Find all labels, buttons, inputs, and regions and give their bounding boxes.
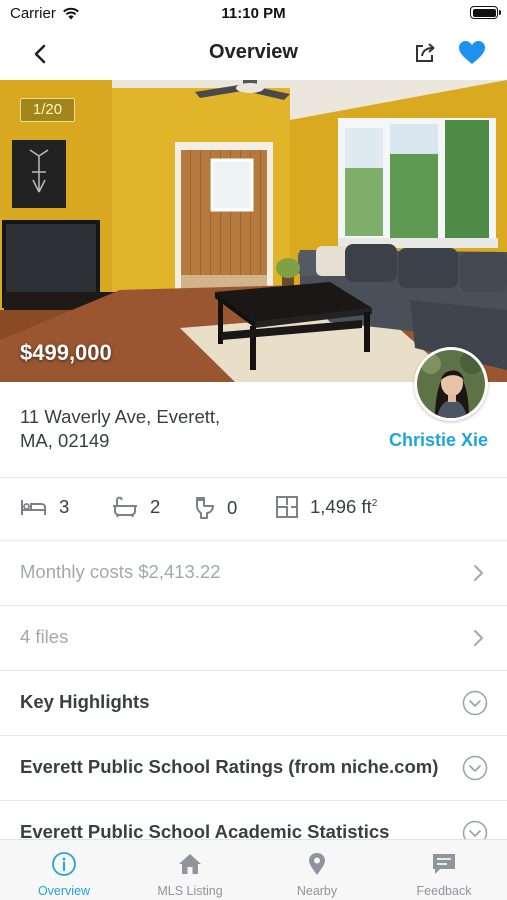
- floorplan-icon: [276, 496, 298, 518]
- stat-bedrooms: 3: [20, 496, 69, 518]
- listing-price: $499,000: [20, 340, 112, 365]
- row-files-label: 4 files: [20, 626, 69, 647]
- tab-nearby[interactable]: Nearby: [254, 840, 380, 900]
- listing-photo[interactable]: [0, 80, 507, 382]
- tab-feedback[interactable]: Feedback: [381, 840, 507, 900]
- chevron-right-icon: [474, 565, 483, 581]
- living-room-image: [0, 80, 507, 382]
- chat-icon: [433, 854, 455, 874]
- stat-square-feet-value: 1,496 ft2: [310, 496, 377, 518]
- toilet-icon: [196, 497, 214, 519]
- info-icon: [52, 852, 76, 876]
- status-time: 11:10 PM: [221, 5, 286, 22]
- tab-bar: Overview MLS Listing Nearby Feedback: [0, 839, 507, 900]
- tab-overview-label: Overview: [37, 884, 91, 898]
- share-icon[interactable]: [412, 40, 438, 66]
- row-files[interactable]: 4 files: [0, 606, 507, 670]
- row-school-ratings-label: Everett Public School Ratings (from nich…: [20, 756, 439, 777]
- chevron-left-icon[interactable]: [28, 40, 52, 68]
- chevron-down-circle-icon: [462, 690, 488, 716]
- chevron-right-icon: [474, 630, 483, 646]
- tab-overview[interactable]: Overview: [1, 840, 127, 900]
- tab-nearby-label: Nearby: [296, 884, 338, 898]
- map-pin-icon: [309, 853, 325, 875]
- stat-bedrooms-value: 3: [59, 496, 70, 517]
- address-line-1: 11 Waverly Ave, Everett,: [20, 406, 221, 427]
- home-icon: [179, 854, 201, 874]
- row-school-ratings[interactable]: Everett Public School Ratings (from nich…: [0, 736, 507, 800]
- address-line-2: MA, 02149: [20, 430, 110, 451]
- row-key-highlights[interactable]: Key Highlights: [0, 671, 507, 735]
- stat-square-feet: 1,496 ft2: [276, 496, 377, 518]
- stat-half-baths-value: 0: [227, 497, 238, 518]
- photo-counter: 1/20: [20, 98, 75, 122]
- row-monthly-costs[interactable]: Monthly costs $2,413.22: [0, 541, 507, 605]
- stat-half-baths: 0: [195, 496, 237, 520]
- chevron-down-circle-icon: [462, 755, 488, 781]
- tab-mls-listing[interactable]: MLS Listing: [127, 840, 253, 900]
- property-stats: 3 2 0 1,496 ft2: [0, 478, 507, 540]
- agent-photo: [417, 350, 485, 418]
- heart-icon[interactable]: [458, 40, 486, 66]
- bathtub-icon: [113, 496, 137, 518]
- stat-square-feet-number: 1,496 ft: [310, 496, 372, 517]
- stat-bathrooms: 2: [112, 496, 160, 518]
- navigation-bar: Overview: [0, 28, 507, 80]
- row-key-highlights-label: Key Highlights: [20, 691, 150, 712]
- unit-superscript: 2: [371, 497, 378, 509]
- stat-bathrooms-value: 2: [150, 496, 161, 517]
- battery-icon: [470, 6, 501, 19]
- agent-name-link[interactable]: Christie Xie: [389, 430, 488, 451]
- tab-mls-listing-label: MLS Listing: [157, 884, 223, 898]
- bed-icon: [21, 500, 46, 515]
- row-monthly-costs-label: Monthly costs $2,413.22: [20, 561, 221, 582]
- status-bar: Carrier 11:10 PM: [0, 0, 507, 28]
- tab-feedback-label: Feedback: [416, 884, 472, 898]
- listing-address: 11 Waverly Ave, Everett, MA, 02149: [20, 405, 300, 453]
- agent-avatar[interactable]: [414, 347, 488, 421]
